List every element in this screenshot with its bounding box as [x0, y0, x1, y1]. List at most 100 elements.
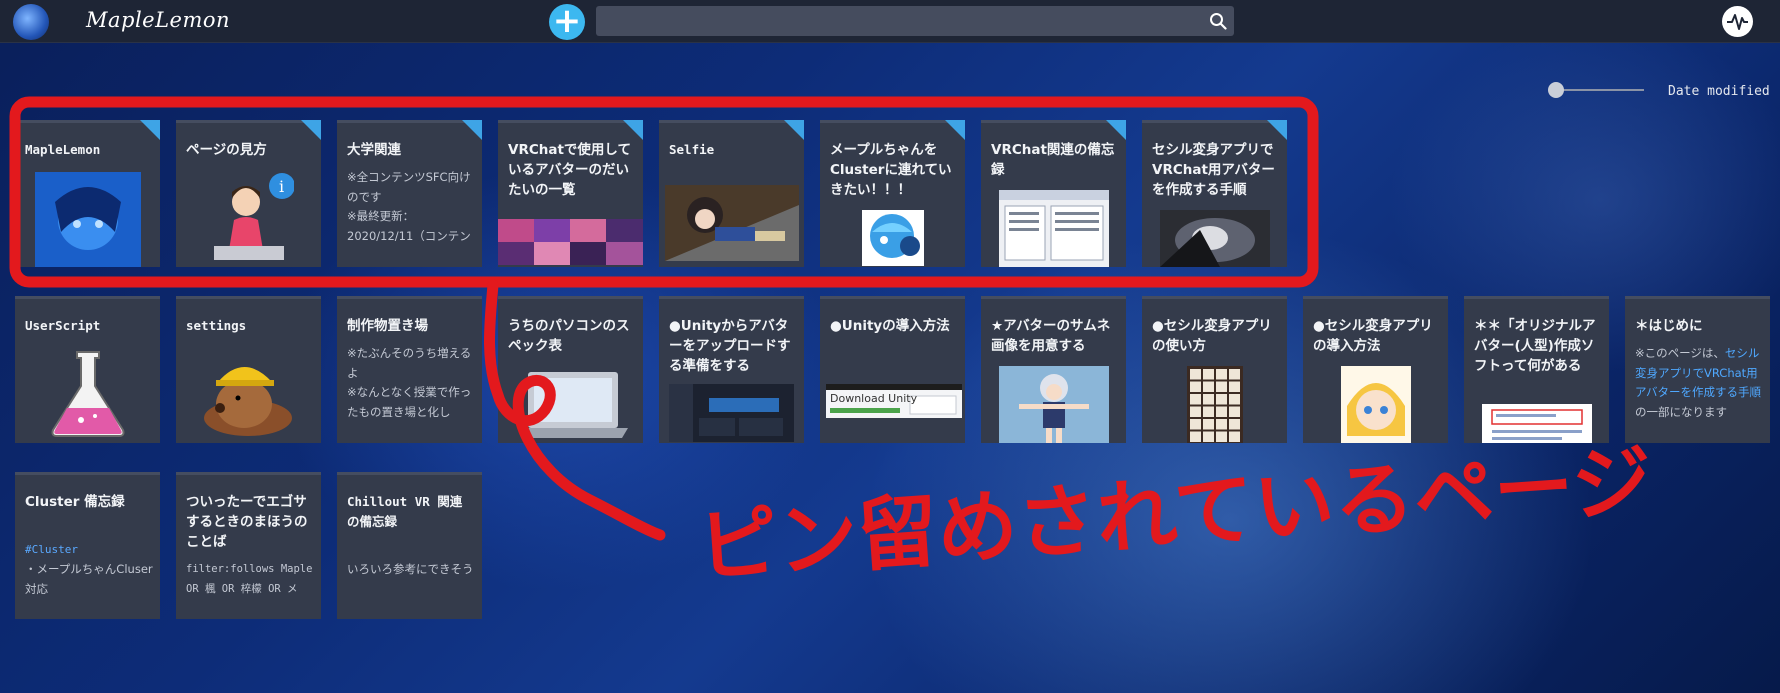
excerpt-line: ※なんとなく授業で作ったもの置き場と化し — [347, 385, 472, 419]
page-card-excerpt: ・メープルちゃんCluser対応 — [25, 560, 154, 599]
page-card[interactable]: 制作物置き場 ※たぶんそのうち増えるよ ※なんとなく授業で作ったもの置き場と化し — [337, 296, 482, 443]
page-card-excerpt: ※たぶんそのうち増えるよ ※なんとなく授業で作ったもの置き場と化し — [347, 344, 476, 422]
page-card-excerpt: いろいろ参考にできそう — [347, 560, 476, 580]
avatar-collage-thumbnail — [498, 219, 643, 265]
annotation-label: ピン留めされているページ — [695, 434, 1655, 593]
page-card[interactable]: settings — [176, 296, 321, 443]
sort-slider[interactable] — [1548, 80, 1648, 100]
page-card-title: Cluster 備忘録 — [25, 494, 125, 510]
page-card-title: Chillout VR 関連の備忘録 — [347, 494, 463, 529]
unity-dark-ui-thumbnail — [669, 384, 794, 442]
page-card-excerpt: filter:follows Maple OR 楓 OR 椊檬 OR メ — [186, 560, 315, 599]
pin-icon — [784, 120, 804, 140]
page-card-excerpt: ※全コンテンツSFC向けのです ※最終更新： 2020/12/11（コンテン — [347, 168, 476, 246]
page-card[interactable]: ページの見方 i — [176, 120, 321, 267]
page-card-excerpt: ※このページは、セシル変身アプリでVRChat用アバターを作成する手順の一部にな… — [1635, 344, 1764, 422]
search-icon[interactable] — [1209, 12, 1227, 30]
page-card-title: セシル変身アプリでVRChat用アバターを作成する手順 — [1152, 142, 1275, 198]
page-card[interactable]: VRChatで使用しているアバターのだいたいの一覧 — [498, 120, 643, 267]
svg-text:i: i — [279, 177, 284, 196]
settings-window-thumbnail — [999, 190, 1109, 267]
excerpt-text: ※このページは、 — [1635, 346, 1725, 360]
page-card[interactable]: VRChat関連の備忘録 — [981, 120, 1126, 267]
page-card[interactable]: メープルちゃんをClusterに連れていきたい！！！ — [820, 120, 965, 267]
page-card-title: ●Unityからアバターをアップロードする準備をする — [669, 318, 791, 374]
page-card-title: うちのパソコンのスペック表 — [508, 318, 630, 354]
excerpt-line: OR 楓 OR 椊檬 OR メ — [186, 582, 298, 595]
page-card-title: UserScript — [25, 318, 101, 333]
page-card-title: VRChat関連の備忘録 — [991, 142, 1115, 178]
sort-slider-track — [1556, 89, 1644, 91]
excerpt-text: の一部になります — [1635, 404, 1727, 419]
anime-avatar-thumbnail — [35, 172, 141, 267]
page-card-title: ●Unityの導入方法 — [830, 318, 950, 334]
page-card[interactable]: ★アバターのサムネ画像を用意する — [981, 296, 1126, 443]
blue-ball-character-thumbnail — [862, 210, 924, 266]
activity-icon[interactable] — [1722, 6, 1753, 37]
hashtag-link[interactable]: #Cluster — [25, 540, 154, 560]
page-card-title: ●セシル変身アプリの導入方法 — [1313, 318, 1433, 354]
page-card-title: ＊＊「オリジナルアバター(人型)作成ソフトって何があるの？」 — [1474, 318, 1596, 374]
page-card-title: ついったーでエゴサするときのまほうのことば — [186, 494, 308, 550]
page-card[interactable]: セシル変身アプリでVRChat用アバターを作成する手順 — [1142, 120, 1287, 267]
page-card-title: 大学関連 — [347, 142, 401, 158]
sort-label[interactable]: Date modified — [1668, 84, 1770, 99]
excerpt-line: filter:follows Maple — [186, 563, 313, 575]
download-unity-thumbnail: Download Unity — [826, 384, 962, 418]
pin-icon — [945, 120, 965, 140]
page-card-title: 制作物置き場 — [347, 318, 428, 334]
mole-helmet-thumbnail — [198, 348, 298, 438]
brand-logo[interactable]: MapleLemon — [86, 8, 230, 32]
new-page-button[interactable]: + — [549, 4, 585, 40]
dark-photo-thumbnail — [1160, 210, 1270, 267]
download-unity-caption: Download Unity — [830, 392, 918, 405]
page-card[interactable]: ●セシル変身アプリの導入方法 — [1303, 296, 1448, 443]
excerpt-line: ・メープルちゃんCluser対応 — [25, 562, 153, 596]
page-card[interactable]: UserScript — [15, 296, 160, 443]
selfie-screenshot-thumbnail — [665, 185, 799, 261]
pin-icon — [301, 120, 321, 140]
page-card-title: ページの見方 — [186, 142, 267, 158]
page-card[interactable]: ●Unityの導入方法 Download Unity — [820, 296, 965, 443]
flask-thumbnail — [45, 348, 131, 440]
plus-icon: + — [552, 1, 582, 41]
page-card[interactable]: ＊＊「オリジナルアバター(人型)作成ソフトって何があるの？」 — [1464, 296, 1609, 443]
page-card-title: settings — [186, 318, 247, 333]
page-card[interactable]: 大学関連 ※全コンテンツSFC向けのです ※最終更新： 2020/12/11（コンテン — [337, 120, 482, 267]
pin-icon — [462, 120, 482, 140]
page-card-title: ●セシル変身アプリの使い方 — [1152, 318, 1272, 354]
page-card[interactable]: ついったーでエゴサするときのまほうのことば filter:follows Mapl… — [176, 472, 321, 619]
page-card-title: VRChatで使用しているアバターのだいたいの一覧 — [508, 142, 632, 198]
pin-icon — [623, 120, 643, 140]
page-card[interactable]: ＊はじめに ※このページは、セシル変身アプリでVRChat用アバターを作成する手順… — [1625, 296, 1770, 443]
anime-face-thumbnail — [1341, 366, 1411, 443]
excerpt-line: いろいろ参考にできそう — [347, 562, 474, 576]
page-card[interactable]: ●セシル変身アプリの使い方 — [1142, 296, 1287, 443]
sort-slider-handle[interactable] — [1548, 82, 1564, 98]
page-card-title: ＊はじめに — [1635, 318, 1703, 334]
page-card[interactable]: うちのパソコンのスペック表 — [498, 296, 643, 443]
page-card-title: ★アバターのサムネ画像を用意する — [991, 318, 1111, 354]
webpage-red-thumbnail — [1482, 404, 1592, 443]
page-card[interactable]: Cluster 備忘録 #Cluster ・メープルちゃんCluser対応 — [15, 472, 160, 619]
page-card[interactable]: Chillout VR 関連の備忘録いろいろ参考にできそう — [337, 472, 482, 619]
guide-woman-info-thumbnail: i — [204, 168, 294, 263]
user-avatar[interactable] — [13, 4, 49, 40]
page-card[interactable]: Selfie — [659, 120, 804, 267]
key-grid-thumbnail — [1187, 366, 1243, 443]
page-card-title: メープルちゃんをClusterに連れていきたい！！！ — [830, 142, 952, 198]
pin-icon — [1267, 120, 1287, 140]
excerpt-line: ※全コンテンツSFC向けのです — [347, 170, 471, 204]
pin-icon — [1106, 120, 1126, 140]
excerpt-line: ※最終更新： — [347, 209, 415, 223]
laptop-thumbnail — [518, 366, 628, 441]
anime-3d-girl-thumbnail — [999, 366, 1109, 443]
search-input[interactable] — [596, 6, 1234, 36]
excerpt-line: 2020/12/11（コンテン — [347, 228, 471, 243]
pin-icon — [140, 120, 160, 140]
top-bar: MapleLemon + — [0, 0, 1780, 43]
page-card[interactable]: MapleLemon — [15, 120, 160, 267]
page-card-title: Selfie — [669, 142, 715, 157]
page-card[interactable]: ●Unityからアバターをアップロードする準備をする — [659, 296, 804, 443]
excerpt-line: ※たぶんそのうち増えるよ — [347, 346, 472, 380]
